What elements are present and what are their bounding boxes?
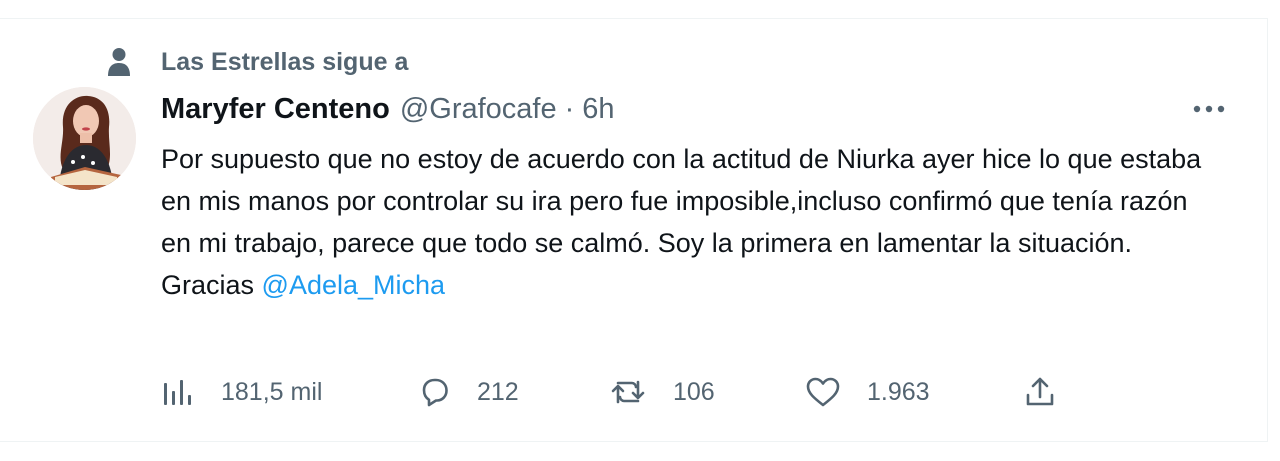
like-button[interactable]: 1.963 (805, 370, 930, 414)
share-upload-icon (1023, 375, 1057, 409)
tweet-closing-text: Gracias (161, 270, 262, 300)
person-icon (105, 46, 133, 78)
retweet-button[interactable]: 106 (609, 370, 715, 414)
heart-icon (805, 376, 841, 408)
reply-bubble-icon (417, 375, 451, 409)
tweet-closing: Gracias @Adela_Micha (161, 264, 1221, 306)
retweet-icon (609, 376, 647, 408)
action-bar: 181,5 mil 212 106 1.963 (161, 370, 1081, 414)
like-count: 1.963 (867, 377, 930, 406)
author-handle[interactable]: @Grafocafe (400, 93, 557, 126)
views-chart-icon (161, 377, 195, 407)
tweet-text: Por supuesto que no estoy de acuerdo con… (161, 144, 1202, 258)
avatar[interactable] (33, 87, 136, 190)
more-dots-icon (1193, 105, 1225, 113)
retweet-count: 106 (673, 377, 715, 406)
reply-button[interactable]: 212 (417, 370, 519, 414)
tweet-card[interactable]: Las Estrellas sigue a Maryfer Centeno @G… (0, 18, 1268, 442)
tweet-timestamp[interactable]: 6h (582, 93, 614, 126)
mention-link[interactable]: @Adela_Micha (262, 270, 446, 300)
views-button[interactable]: 181,5 mil (161, 370, 322, 414)
tweet-header: Maryfer Centeno @Grafocafe · 6h (161, 89, 615, 129)
social-context-label[interactable]: Las Estrellas sigue a (161, 48, 408, 77)
views-count: 181,5 mil (221, 377, 323, 406)
author-name[interactable]: Maryfer Centeno (161, 93, 390, 126)
share-button[interactable] (1023, 370, 1057, 414)
social-context: Las Estrellas sigue a (105, 45, 408, 79)
separator-dot: · (564, 92, 575, 125)
more-options-button[interactable] (1189, 95, 1229, 123)
tweet-body: Por supuesto que no estoy de acuerdo con… (161, 138, 1221, 306)
reply-count: 212 (477, 377, 519, 406)
